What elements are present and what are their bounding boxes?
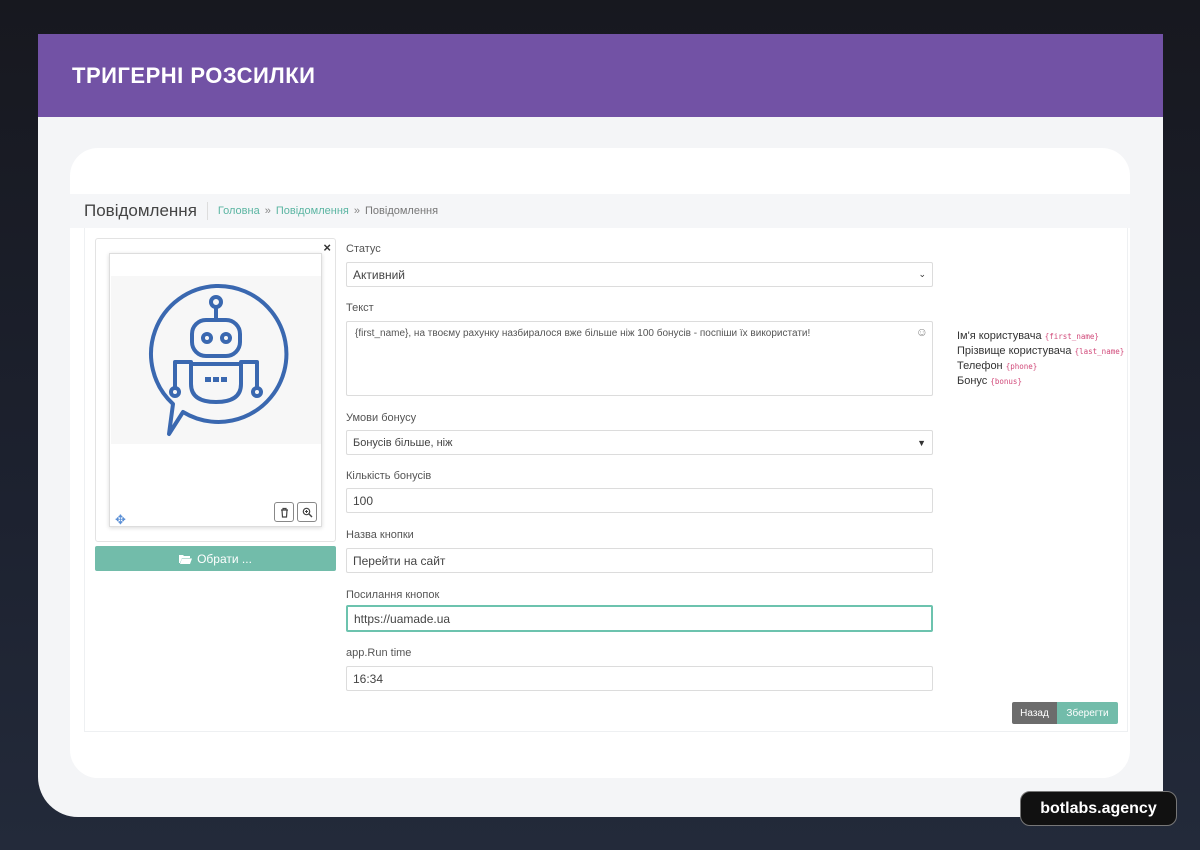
variables-legend: Ім'я користувача {first_name} Прізвище к… xyxy=(957,329,1124,389)
status-value: Активний xyxy=(353,267,405,282)
button-name-input[interactable]: Перейти на сайт xyxy=(346,548,933,573)
robot-chat-icon xyxy=(111,276,321,444)
form-footer xyxy=(84,732,1128,778)
trash-icon xyxy=(280,507,288,518)
bonus-condition-select[interactable]: Бонусів більше, ніж ▼ xyxy=(346,430,933,455)
status-label: Статус xyxy=(346,243,381,255)
delete-image-button[interactable] xyxy=(274,502,294,522)
content-card: Повідомлення Головна » Повідомлення » Повідо… xyxy=(70,148,1130,778)
move-icon[interactable]: ✥ xyxy=(115,512,126,528)
variable-label: Ім'я користувача xyxy=(957,330,1042,342)
variable-label: Бонус xyxy=(957,375,988,387)
page-title: Повідомлення xyxy=(84,202,208,220)
folder-open-icon xyxy=(179,554,193,564)
banner-title: ТРИГЕРНІ РОЗСИЛКИ xyxy=(72,62,316,88)
breadcrumb-separator: » xyxy=(353,205,361,217)
zoom-image-button[interactable] xyxy=(297,502,317,522)
image-preview: ✥ xyxy=(109,253,322,527)
bonus-condition-label: Умови бонусу xyxy=(346,412,417,424)
image-uploader: × ✥ xyxy=(95,238,336,542)
zoom-icon xyxy=(302,507,312,517)
chevron-down-icon: ⌄ xyxy=(918,269,926,279)
message-text-value: {first_name}, на твоєму рахунку назбирал… xyxy=(355,328,811,339)
variable-tag: {bonus} xyxy=(990,377,1022,386)
run-time-value: 16:34 xyxy=(353,671,384,686)
watermark-badge: botlabs.agency xyxy=(1020,791,1177,826)
breadcrumb: Головна » Повідомлення » Повідомлення xyxy=(208,205,438,217)
run-time-label: app.Run time xyxy=(346,647,412,659)
variable-tag: {phone} xyxy=(1005,362,1038,371)
message-text-area[interactable]: {first_name}, на твоєму рахунку назбирал… xyxy=(346,321,933,396)
variable-bonus: Бонус {bonus} xyxy=(957,374,1124,389)
button-link-value: https://uamade.ua xyxy=(354,611,451,626)
app-frame: ТРИГЕРНІ РОЗСИЛКИ Повідомлення Головна» П… xyxy=(38,34,1163,817)
button-name-label: Назва кнопки xyxy=(346,529,414,541)
breadcrumb-separator: » xyxy=(264,205,271,217)
choose-file-button[interactable]: Обрати ... xyxy=(95,546,336,571)
save-button[interactable]: Зберегти xyxy=(1057,702,1118,724)
bonus-condition-value: Бонусів більше, ніж xyxy=(353,436,453,449)
variable-label: Прізвище користувача xyxy=(957,345,1072,357)
message-form: × ✥ Обрати ... Статус Активний ⌄ Текст {… xyxy=(84,228,1128,732)
emoji-icon[interactable]: ☺ xyxy=(916,325,928,339)
button-link-input[interactable]: https://uamade.ua xyxy=(346,605,933,632)
run-time-input[interactable]: 16:34 xyxy=(346,666,933,691)
banner: ТРИГЕРНІ РОЗСИЛКИ xyxy=(38,34,1163,117)
variable-label: Телефон xyxy=(957,360,1003,372)
breadcrumb-home[interactable]: Головна xyxy=(218,205,260,217)
variable-phone: Телефон {phone} xyxy=(957,359,1124,374)
breadcrumb-messages[interactable]: Повідомлення xyxy=(276,205,349,217)
breadcrumb-current: Повідомлення xyxy=(365,205,439,217)
bonus-count-input[interactable]: 100 xyxy=(346,488,933,513)
variable-first-name: Ім'я користувача {first_name} xyxy=(957,329,1124,344)
choose-file-label: Обрати ... xyxy=(197,551,252,566)
bonus-count-value: 100 xyxy=(353,493,374,508)
caret-down-icon: ▼ xyxy=(917,437,926,448)
variable-tag: {last_name} xyxy=(1074,347,1125,356)
close-icon[interactable]: × xyxy=(323,240,331,255)
bonus-count-label: Кількість бонусів xyxy=(346,470,432,482)
variable-last-name: Прізвище користувача {last_name} xyxy=(957,344,1124,359)
button-name-value: Перейти на сайт xyxy=(353,553,446,568)
variable-tag: {first_name} xyxy=(1044,332,1099,341)
back-button[interactable]: Назад xyxy=(1012,702,1057,724)
status-select[interactable]: Активний ⌄ xyxy=(346,262,933,287)
button-link-label: Посилання кнопок xyxy=(346,589,440,601)
page-header: Повідомлення Головна » Повідомлення » Повідо… xyxy=(70,194,1130,228)
text-label: Текст xyxy=(346,302,374,314)
